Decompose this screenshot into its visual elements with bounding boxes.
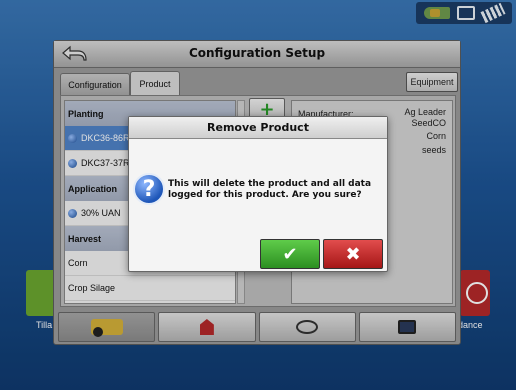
remove-product-dialog: Remove Product ? This will delete the pr… bbox=[128, 116, 388, 272]
dialog-title-bar: Remove Product bbox=[129, 117, 387, 139]
close-icon: ✖ bbox=[345, 243, 361, 265]
dialog-title: Remove Product bbox=[207, 121, 309, 134]
cancel-button[interactable]: ✖ bbox=[323, 239, 383, 269]
question-icon: ? bbox=[133, 173, 165, 205]
confirm-button[interactable]: ✔ bbox=[260, 239, 320, 269]
checkmark-icon: ✔ bbox=[282, 243, 298, 265]
dialog-message: This will delete the product and all dat… bbox=[168, 179, 372, 200]
